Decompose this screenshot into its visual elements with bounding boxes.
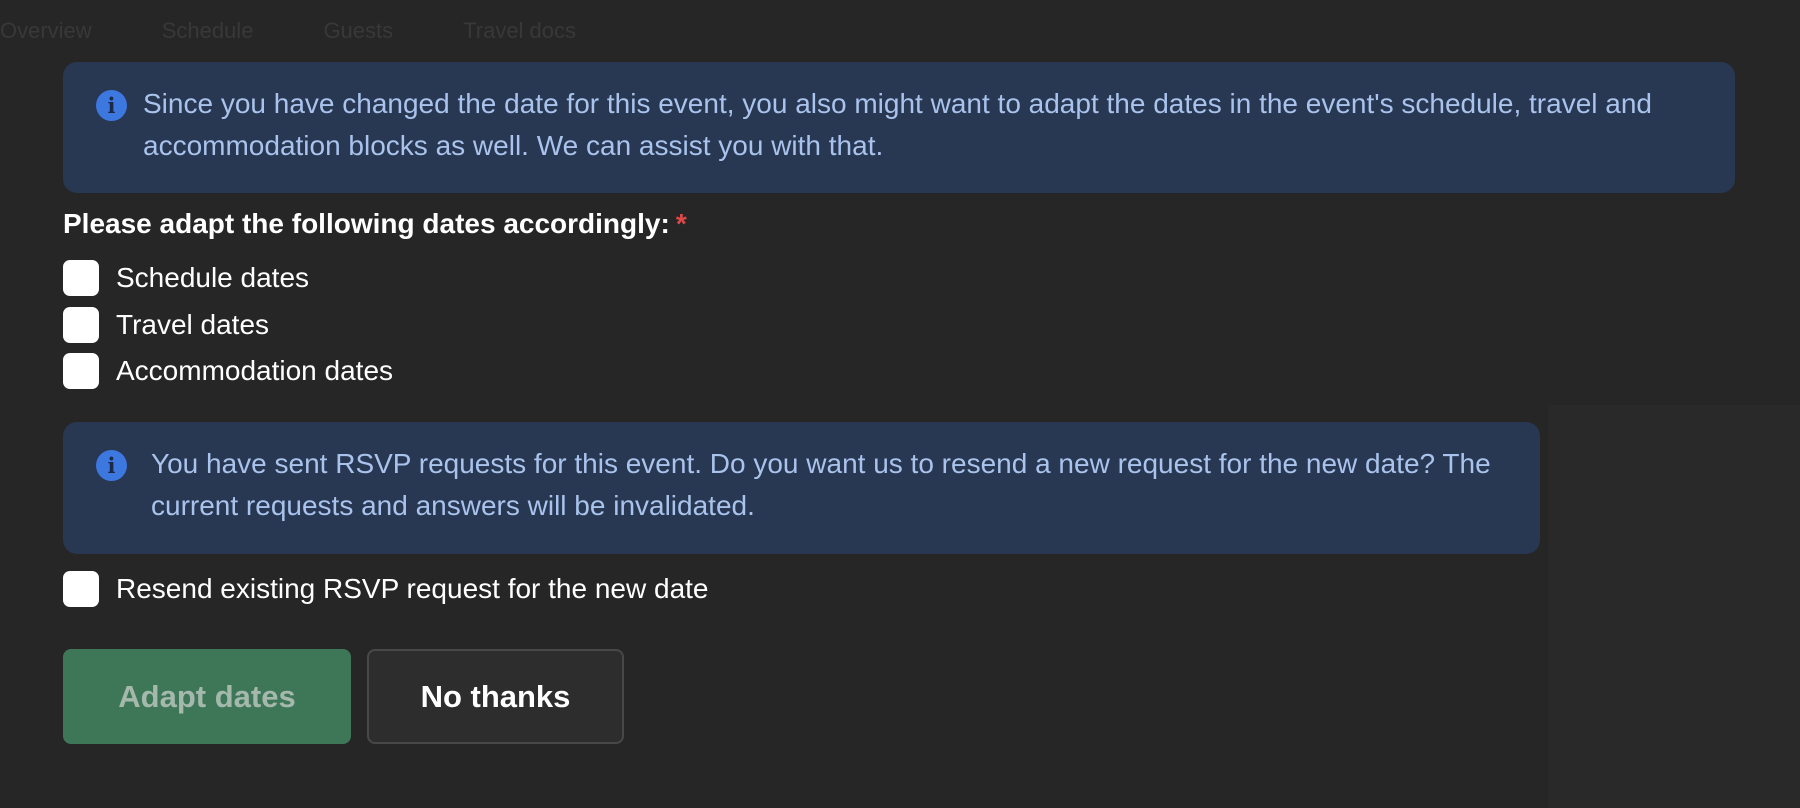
info-icon: i bbox=[96, 90, 127, 121]
date-change-alert-text: Since you have changed the date for this… bbox=[143, 88, 1652, 161]
no-thanks-button[interactable]: No thanks bbox=[367, 649, 624, 744]
option-resend-rsvp[interactable]: Resend existing RSVP request for the new… bbox=[63, 571, 709, 607]
schedule-dates-checkbox[interactable] bbox=[63, 260, 99, 296]
option-accommodation-dates[interactable]: Accommodation dates bbox=[63, 353, 393, 389]
resend-rsvp-label: Resend existing RSVP request for the new… bbox=[116, 573, 709, 604]
accommodation-dates-label: Accommodation dates bbox=[116, 355, 394, 386]
option-schedule-dates[interactable]: Schedule dates bbox=[63, 260, 309, 296]
travel-dates-label: Travel dates bbox=[116, 309, 270, 340]
date-change-alert: Since you have changed the date for this… bbox=[63, 62, 1735, 193]
accommodation-dates-checkbox[interactable] bbox=[63, 353, 99, 389]
dates-field-label-text: Please adapt the following dates accordi… bbox=[63, 208, 670, 239]
travel-dates-checkbox[interactable] bbox=[63, 307, 99, 343]
option-travel-dates[interactable]: Travel dates bbox=[63, 307, 269, 343]
rsvp-alert: You have sent RSVP requests for this eve… bbox=[63, 422, 1540, 554]
adapt-dates-dialog: Since you have changed the date for this… bbox=[0, 0, 1800, 808]
rsvp-alert-text: You have sent RSVP requests for this eve… bbox=[151, 448, 1491, 521]
adapt-dates-button[interactable]: Adapt dates bbox=[63, 649, 351, 744]
required-marker: * bbox=[675, 208, 687, 239]
info-icon: i bbox=[96, 450, 127, 481]
resend-rsvp-checkbox[interactable] bbox=[63, 571, 99, 607]
schedule-dates-label: Schedule dates bbox=[116, 262, 310, 293]
dates-field-label: Please adapt the following dates accordi… bbox=[63, 208, 687, 240]
